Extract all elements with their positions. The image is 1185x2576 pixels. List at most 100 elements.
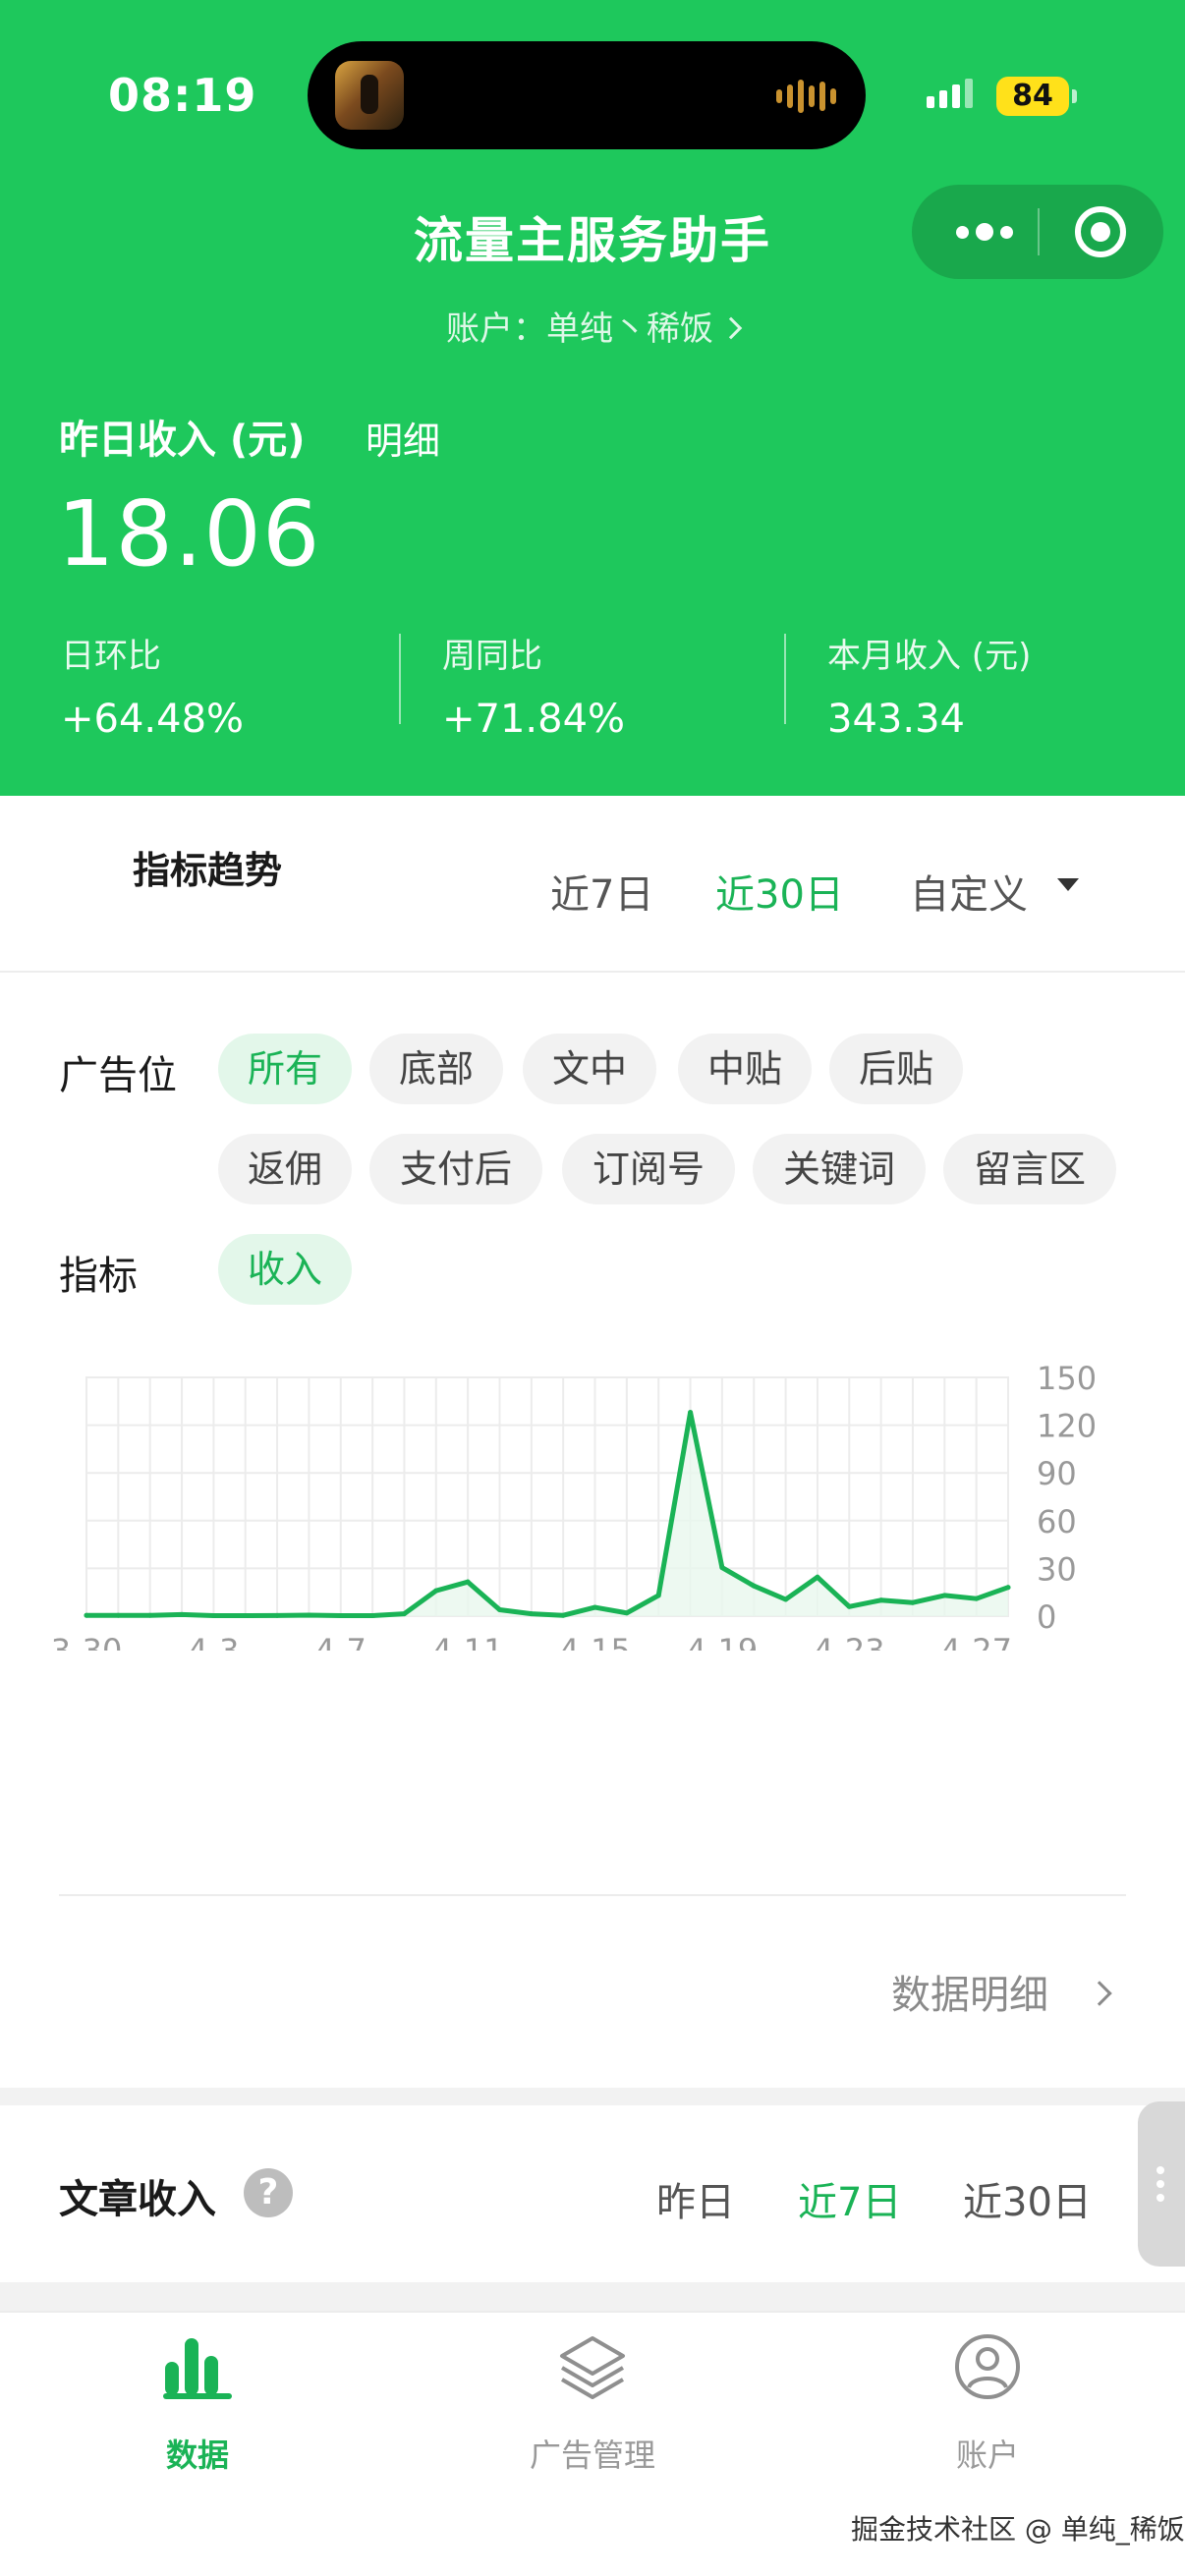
now-playing-artwork — [335, 61, 404, 130]
data-point — [274, 1612, 280, 1618]
stat-label: 日环比 — [61, 637, 161, 676]
income-value: 18.06 — [57, 481, 321, 587]
data-point — [465, 1579, 471, 1585]
chart-frame — [85, 1376, 1009, 1617]
trend-title: 指标趋势 — [133, 849, 283, 892]
range-custom[interactable]: 自定义 — [910, 863, 1028, 920]
chevron-right-icon[interactable] — [1087, 1981, 1112, 2006]
stat-divider — [399, 634, 401, 724]
income-detail-link[interactable]: 明细 — [366, 411, 440, 465]
series-line — [84, 1410, 1011, 1618]
data-point — [243, 1613, 249, 1619]
data-point — [369, 1613, 375, 1619]
status-time: 08:19 — [108, 69, 257, 122]
chip-ad-all[interactable]: 所有 — [218, 1034, 352, 1104]
stat-week-over-week: 周同比 +71.84% — [442, 629, 625, 742]
data-point — [496, 1607, 502, 1613]
stat-divider — [784, 634, 786, 724]
chip-ad-rebate[interactable]: 返佣 — [218, 1134, 352, 1204]
tab-label: 广告管理 — [529, 2436, 655, 2474]
more-icon[interactable] — [947, 185, 1022, 279]
data-point — [210, 1613, 216, 1619]
chip-metric-income[interactable]: 收入 — [218, 1234, 352, 1305]
tab-account[interactable]: 账户 — [790, 2313, 1185, 2509]
data-point — [147, 1612, 153, 1618]
x-tick-label: 4-27 — [940, 1632, 1012, 1651]
mini-program-capsule — [912, 185, 1163, 279]
article-income-card: 文章收入 ? 昨日 近7日 近30日 — [0, 2105, 1185, 2282]
account-label: 账户：单纯丶稀饭 — [446, 309, 713, 349]
trend-header: 指标趋势 近7日 近30日 自定义 — [0, 796, 1185, 973]
header: 08:19 84 流量主服务助手 账户：单纯丶稀饭 昨日收入 (元) 明细 18… — [0, 0, 1185, 796]
range-7d[interactable]: 近7日 — [550, 863, 653, 920]
income-label: 昨日收入 (元) — [59, 418, 306, 463]
help-icon[interactable]: ? — [244, 2168, 293, 2217]
stat-value: +64.48% — [61, 697, 245, 742]
chip-ad-after-payment[interactable]: 支付后 — [369, 1134, 542, 1204]
data-point — [974, 1596, 980, 1601]
article-range-7d[interactable]: 近7日 — [798, 2170, 901, 2227]
user-icon — [955, 2334, 1020, 2399]
data-point — [624, 1610, 630, 1616]
trend-card: 指标趋势 近7日 近30日 自定义 广告位 所有 底部 文中 中贴 后贴 返佣 … — [0, 796, 1185, 2088]
x-tick-label: 4-7 — [315, 1632, 367, 1651]
tab-label: 数据 — [165, 2436, 229, 2474]
y-tick-label: 120 — [1037, 1408, 1097, 1445]
stat-label: 周同比 — [442, 637, 542, 676]
stat-day-over-day: 日环比 +64.48% — [61, 629, 244, 742]
account-switcher[interactable]: 账户：单纯丶稀饭 — [0, 302, 1185, 350]
data-point — [751, 1583, 757, 1589]
y-tick-label: 30 — [1037, 1550, 1077, 1588]
data-point — [433, 1588, 439, 1594]
capsule-divider — [1038, 208, 1040, 255]
chip-ad-inline[interactable]: 文中 — [523, 1034, 656, 1104]
x-tick-label: 4-3 — [188, 1632, 239, 1651]
data-point — [783, 1596, 789, 1602]
stat-label: 本月收入 (元) — [827, 637, 1032, 676]
chip-ad-keyword[interactable]: 关键词 — [753, 1134, 926, 1204]
x-tick-label: 4-19 — [687, 1632, 759, 1651]
range-30d[interactable]: 近30日 — [715, 863, 844, 920]
data-point — [401, 1611, 407, 1617]
chip-ad-postroll[interactable]: 后贴 — [829, 1034, 963, 1104]
stat-value: 343.34 — [827, 697, 965, 742]
article-range-30d[interactable]: 近30日 — [963, 2170, 1092, 2227]
y-tick-label: 90 — [1037, 1455, 1077, 1492]
metric-label: 指标 — [59, 1254, 138, 1299]
chip-ad-subscription[interactable]: 订阅号 — [562, 1134, 735, 1204]
bar-chart-icon — [163, 2338, 232, 2399]
chevron-right-icon — [719, 316, 743, 340]
chip-ad-midroll[interactable]: 中贴 — [678, 1034, 812, 1104]
data-point — [688, 1410, 694, 1416]
data-point — [592, 1604, 598, 1610]
data-point — [719, 1565, 725, 1571]
chip-ad-bottom[interactable]: 底部 — [369, 1034, 503, 1104]
chip-ad-comments[interactable]: 留言区 — [943, 1134, 1116, 1204]
stat-value: +71.84% — [442, 697, 626, 742]
series-area — [86, 1412, 1008, 1616]
data-point — [941, 1593, 947, 1598]
x-tick-label: 4-11 — [432, 1632, 504, 1651]
layers-icon — [560, 2336, 625, 2399]
tab-ad-management[interactable]: 广告管理 — [395, 2313, 790, 2509]
y-tick-label: 150 — [1037, 1360, 1097, 1397]
data-detail-link[interactable]: 数据明细 — [891, 1963, 1048, 2020]
data-point — [179, 1611, 185, 1617]
side-drawer-handle[interactable] — [1138, 2101, 1185, 2267]
x-tick-label: 4-23 — [814, 1632, 885, 1651]
caret-down-icon[interactable] — [1057, 878, 1079, 891]
data-point — [529, 1611, 535, 1617]
close-target-icon[interactable] — [1075, 206, 1126, 257]
dynamic-island — [308, 41, 866, 149]
data-point — [910, 1599, 916, 1605]
ad-slot-label: 广告位 — [59, 1053, 177, 1098]
y-tick-label: 60 — [1037, 1503, 1077, 1540]
watermark: 掘金技术社区 @ 单纯_稀饭 — [851, 2513, 1185, 2546]
tab-data[interactable]: 数据 — [0, 2313, 395, 2509]
article-range-yesterday[interactable]: 昨日 — [656, 2170, 735, 2227]
data-point — [878, 1597, 884, 1603]
data-point — [115, 1612, 121, 1618]
y-tick-label: 0 — [1037, 1598, 1056, 1636]
x-tick-label: 3-30 — [51, 1632, 123, 1651]
signal-icon — [927, 79, 973, 108]
